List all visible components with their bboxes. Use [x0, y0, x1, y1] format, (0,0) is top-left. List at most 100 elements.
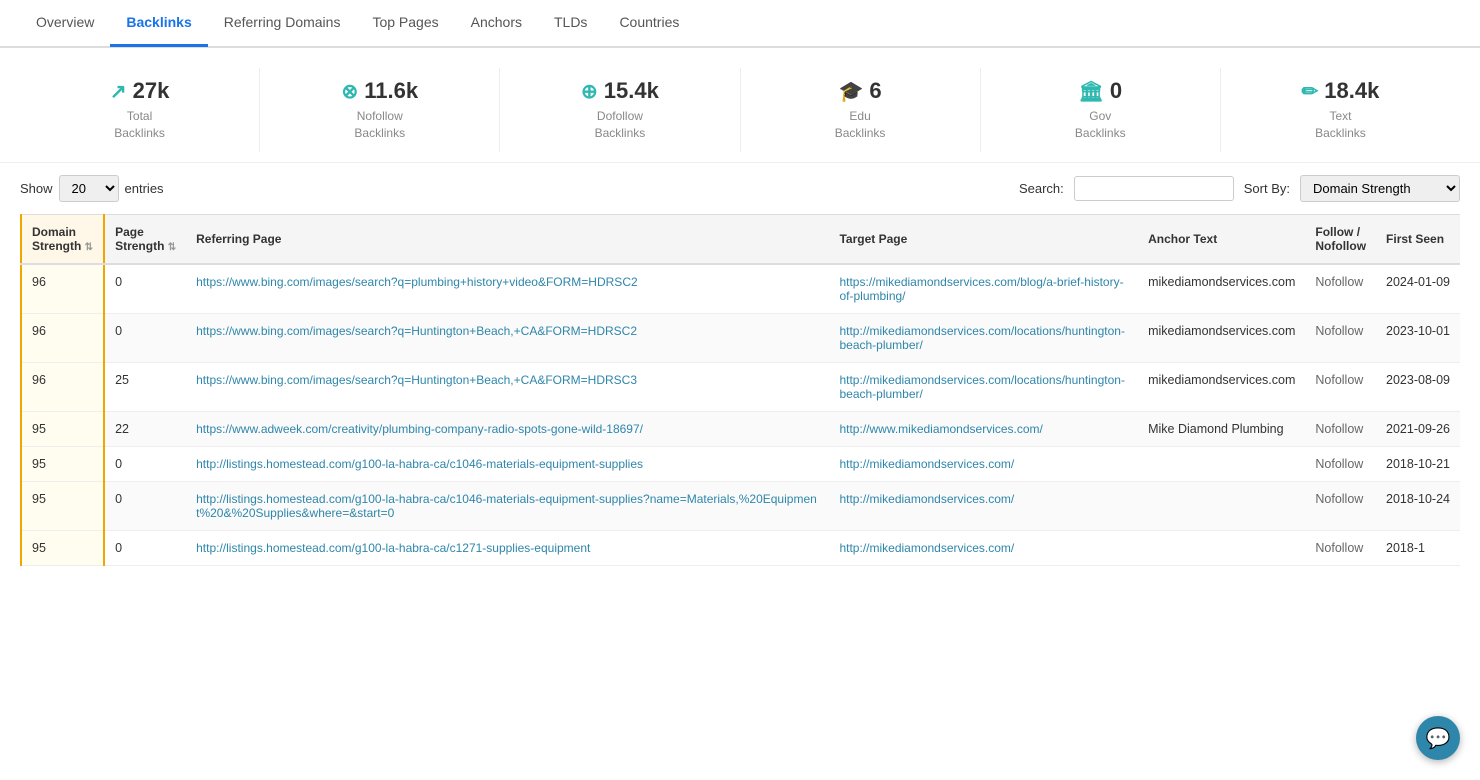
cell-follow-nofollow: Nofollow: [1305, 446, 1376, 481]
sortby-select[interactable]: Domain StrengthPage StrengthFirst SeenAn…: [1300, 175, 1460, 202]
cell-referring-page[interactable]: http://listings.homestead.com/g100-la-ha…: [186, 446, 829, 481]
cell-domain-strength: 96: [21, 264, 104, 314]
entries-label: entries: [125, 181, 164, 196]
link-target-page[interactable]: http://mikediamondservices.com/: [839, 492, 1014, 506]
tab-backlinks[interactable]: Backlinks: [110, 0, 207, 47]
cell-referring-page[interactable]: http://listings.homestead.com/g100-la-ha…: [186, 530, 829, 565]
gov-backlinks-label: GovBacklinks: [981, 108, 1220, 142]
link-target-page[interactable]: http://mikediamondservices.com/locations…: [839, 324, 1124, 352]
link-target-page[interactable]: http://mikediamondservices.com/locations…: [839, 373, 1124, 401]
nofollow-backlinks-icon: ⊗: [341, 78, 358, 104]
cell-referring-page[interactable]: http://listings.homestead.com/g100-la-ha…: [186, 481, 829, 530]
table-row: 950 http://listings.homestead.com/g100-la…: [21, 530, 1460, 565]
cell-target-page[interactable]: http://mikediamondservices.com/: [829, 481, 1138, 530]
cell-target-page[interactable]: http://mikediamondservices.com/locations…: [829, 362, 1138, 411]
col-header-domain-strength[interactable]: DomainStrength ⇅: [21, 214, 104, 264]
table-row: 950http://listings.homestead.com/g100-la…: [21, 481, 1460, 530]
cell-follow-nofollow: Nofollow: [1305, 481, 1376, 530]
col-header-page-strength[interactable]: PageStrength ⇅: [104, 214, 186, 264]
tab-overview[interactable]: Overview: [20, 0, 110, 47]
tab-anchors[interactable]: Anchors: [455, 0, 538, 47]
link-target-page[interactable]: http://mikediamondservices.com/: [839, 457, 1014, 471]
edu-backlinks-icon: 🎓: [839, 78, 864, 104]
link-referring-page[interactable]: https://www.adweek.com/creativity/plumbi…: [196, 422, 643, 436]
dofollow-backlinks-number: 15.4k: [604, 78, 659, 104]
link-target-page[interactable]: http://www.mikediamondservices.com/: [839, 422, 1042, 436]
text-backlinks-icon: ✏: [1302, 78, 1319, 104]
cell-first-seen: 2018-10-24: [1376, 481, 1460, 530]
cell-domain-strength: 96: [21, 313, 104, 362]
link-referring-page[interactable]: https://www.bing.com/images/search?q=Hun…: [196, 373, 637, 387]
cell-target-page[interactable]: https://mikediamondservices.com/blog/a-b…: [829, 264, 1138, 314]
link-target-page[interactable]: https://mikediamondservices.com/blog/a-b…: [839, 275, 1123, 303]
stat-dofollow-backlinks: ⊕ 15.4k DofollowBacklinks: [500, 68, 740, 152]
cell-first-seen: 2021-09-26: [1376, 411, 1460, 446]
cell-target-page[interactable]: http://www.mikediamondservices.com/: [829, 411, 1138, 446]
link-referring-page[interactable]: http://listings.homestead.com/g100-la-ha…: [196, 492, 817, 520]
link-referring-page[interactable]: http://listings.homestead.com/g100-la-ha…: [196, 541, 590, 555]
cell-referring-page[interactable]: https://www.bing.com/images/search?q=plu…: [186, 264, 829, 314]
cell-page-strength: 0: [104, 481, 186, 530]
table-row: 9522https://www.adweek.com/creativity/pl…: [21, 411, 1460, 446]
table-controls: Show 102050100 entries Search: Sort By: …: [0, 163, 1480, 214]
cell-referring-page[interactable]: https://www.bing.com/images/search?q=Hun…: [186, 362, 829, 411]
backlinks-table-wrapper: DomainStrength ⇅PageStrength ⇅Referring …: [0, 214, 1480, 566]
col-header-target-page: Target Page: [829, 214, 1138, 264]
col-header-referring-page: Referring Page: [186, 214, 829, 264]
cell-target-page[interactable]: http://mikediamondservices.com/: [829, 530, 1138, 565]
cell-first-seen: 2018-1: [1376, 530, 1460, 565]
text-backlinks-number: 18.4k: [1324, 78, 1379, 104]
total-backlinks-label: TotalBacklinks: [20, 108, 259, 142]
cell-target-page[interactable]: http://mikediamondservices.com/: [829, 446, 1138, 481]
cell-follow-nofollow: Nofollow: [1305, 530, 1376, 565]
link-target-page[interactable]: http://mikediamondservices.com/: [839, 541, 1014, 555]
table-row: 950 http://listings.homestead.com/g100-la…: [21, 446, 1460, 481]
main-nav: OverviewBacklinksReferring DomainsTop Pa…: [0, 0, 1480, 48]
search-input[interactable]: [1074, 176, 1234, 201]
tab-tlds[interactable]: TLDs: [538, 0, 603, 47]
col-header-first-seen: First Seen: [1376, 214, 1460, 264]
cell-follow-nofollow: Nofollow: [1305, 362, 1376, 411]
table-row: 960https://www.bing.com/images/search?q=…: [21, 264, 1460, 314]
gov-backlinks-number: 0: [1110, 78, 1122, 104]
cell-first-seen: 2023-10-01: [1376, 313, 1460, 362]
tabs-bar: OverviewBacklinksReferring DomainsTop Pa…: [0, 0, 1480, 48]
sort-icon: ⇅: [168, 242, 176, 253]
chat-button[interactable]: 💬: [1416, 716, 1460, 760]
cell-page-strength: 0: [104, 530, 186, 565]
link-referring-page[interactable]: https://www.bing.com/images/search?q=plu…: [196, 275, 638, 289]
stat-value-dofollow-backlinks: ⊕ 15.4k: [500, 78, 739, 104]
tab-referring-domains[interactable]: Referring Domains: [208, 0, 357, 47]
cell-domain-strength: 95: [21, 530, 104, 565]
cell-anchor-text: mikediamondservices.com: [1138, 264, 1305, 314]
link-referring-page[interactable]: https://www.bing.com/images/search?q=Hun…: [196, 324, 637, 338]
cell-domain-strength: 95: [21, 411, 104, 446]
show-entries-select[interactable]: 102050100: [59, 175, 119, 202]
edu-backlinks-number: 6: [869, 78, 881, 104]
stat-value-total-backlinks: ↗ 27k: [20, 78, 259, 104]
table-row: 9625https://www.bing.com/images/search?q…: [21, 362, 1460, 411]
cell-anchor-text: mikediamondservices.com: [1138, 313, 1305, 362]
cell-anchor-text: mikediamondservices.com: [1138, 362, 1305, 411]
cell-target-page[interactable]: http://mikediamondservices.com/locations…: [829, 313, 1138, 362]
cell-page-strength: 25: [104, 362, 186, 411]
cell-referring-page[interactable]: https://www.adweek.com/creativity/plumbi…: [186, 411, 829, 446]
cell-page-strength: 0: [104, 446, 186, 481]
cell-domain-strength: 95: [21, 446, 104, 481]
cell-first-seen: 2018-10-21: [1376, 446, 1460, 481]
tab-top-pages[interactable]: Top Pages: [356, 0, 454, 47]
tab-countries[interactable]: Countries: [603, 0, 695, 47]
stat-nofollow-backlinks: ⊗ 11.6k NofollowBacklinks: [260, 68, 500, 152]
stat-edu-backlinks: 🎓 6 EduBacklinks: [741, 68, 981, 152]
cell-referring-page[interactable]: https://www.bing.com/images/search?q=Hun…: [186, 313, 829, 362]
nofollow-backlinks-number: 11.6k: [364, 78, 418, 104]
dofollow-backlinks-label: DofollowBacklinks: [500, 108, 739, 142]
dofollow-backlinks-icon: ⊕: [581, 78, 598, 104]
sortby-label: Sort By:: [1244, 181, 1290, 196]
cell-follow-nofollow: Nofollow: [1305, 264, 1376, 314]
cell-first-seen: 2024-01-09: [1376, 264, 1460, 314]
stats-section: ↗ 27k TotalBacklinks ⊗ 11.6k NofollowBac…: [0, 48, 1480, 163]
stat-total-backlinks: ↗ 27k TotalBacklinks: [20, 68, 260, 152]
link-referring-page[interactable]: http://listings.homestead.com/g100-la-ha…: [196, 457, 643, 471]
stat-value-gov-backlinks: 🏛 0: [981, 78, 1220, 104]
